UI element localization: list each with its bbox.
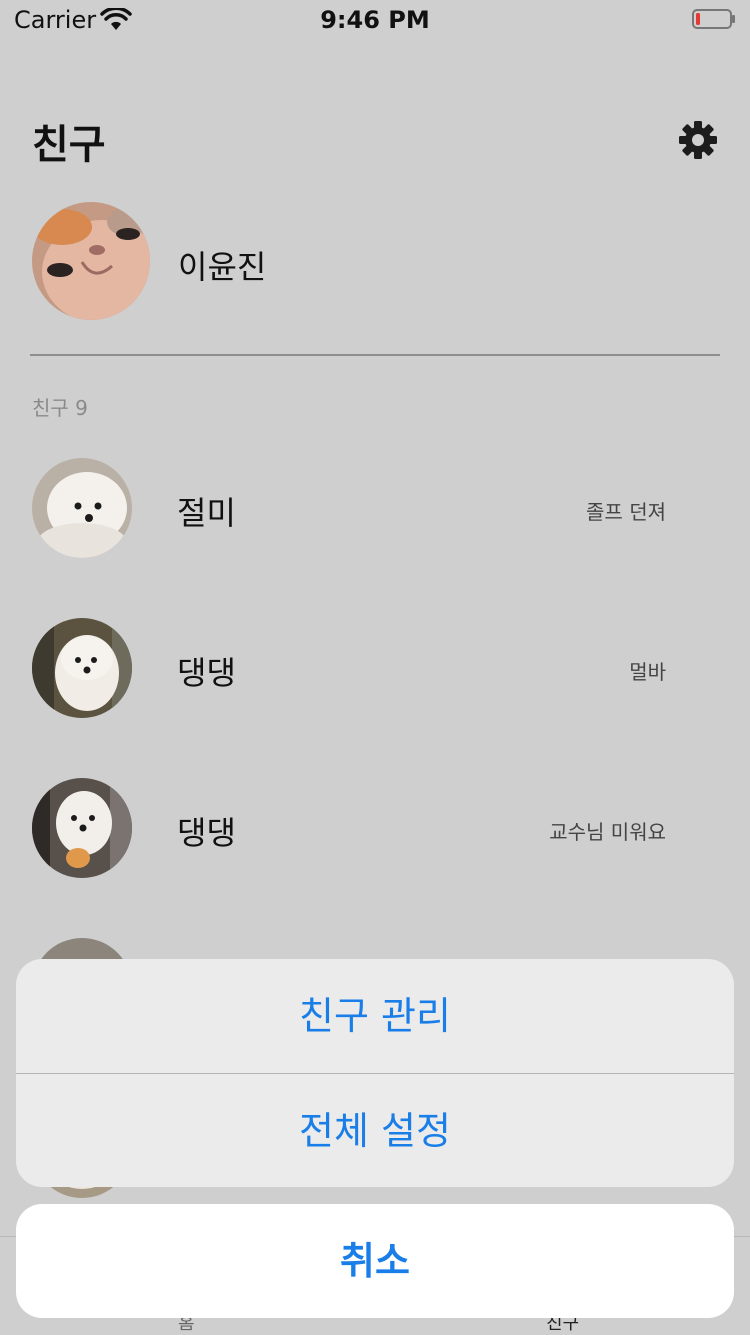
friend-row[interactable]: 댕댕 교수님 미워요 bbox=[32, 778, 722, 878]
friend-row[interactable]: 절미 졸프 던져 bbox=[32, 458, 722, 558]
manage-friends-button[interactable]: 친구 관리 bbox=[16, 959, 734, 1073]
my-name: 이윤진 bbox=[178, 248, 267, 286]
friend-status-message: 교수님 미워요 bbox=[549, 820, 666, 844]
cancel-button[interactable]: 취소 bbox=[16, 1204, 734, 1318]
friend-name: 댕댕 bbox=[177, 654, 236, 692]
friend-status-message: 졸프 던져 bbox=[586, 500, 666, 524]
gear-icon[interactable] bbox=[678, 120, 718, 160]
all-settings-button[interactable]: 전체 설정 bbox=[16, 1074, 734, 1187]
divider bbox=[30, 354, 720, 356]
friend-row[interactable]: 댕댕 멀바 bbox=[32, 618, 722, 718]
friend-avatar bbox=[32, 618, 132, 718]
friend-avatar bbox=[32, 778, 132, 878]
friend-status-message: 멀바 bbox=[629, 660, 666, 684]
friend-name: 절미 bbox=[177, 494, 236, 532]
battery-icon bbox=[692, 9, 735, 29]
action-sheet: 친구 관리 전체 설정 bbox=[16, 959, 734, 1187]
friend-avatar bbox=[32, 458, 132, 558]
friend-count-label: 친구 9 bbox=[32, 396, 88, 420]
my-avatar bbox=[32, 202, 150, 320]
clock: 9:46 PM bbox=[320, 6, 430, 34]
my-profile-row[interactable]: 이윤진 bbox=[32, 202, 722, 320]
friend-name: 댕댕 bbox=[177, 814, 236, 852]
page-title: 친구 bbox=[32, 122, 106, 168]
status-bar: Carrier 9:46 PM bbox=[0, 0, 750, 40]
